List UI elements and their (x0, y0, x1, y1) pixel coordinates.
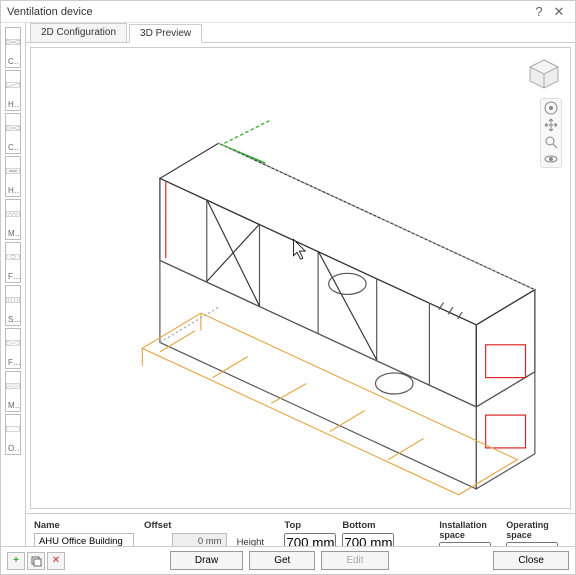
other-icon (6, 415, 20, 443)
palette-cooler[interactable]: Cooler (5, 113, 21, 154)
name-input[interactable] (34, 533, 134, 546)
preview-viewport[interactable] (30, 47, 571, 509)
fan-chamber-icon (6, 243, 20, 271)
orbit-icon[interactable] (544, 152, 558, 166)
palette-other[interactable]: Other (5, 414, 21, 455)
window-title: Ventilation device (7, 6, 529, 18)
circulation-heat-recovery-icon (6, 28, 20, 56)
copy-icon[interactable] (27, 552, 45, 570)
sound-absorber-icon (6, 286, 20, 314)
steering-wheel-icon[interactable] (544, 101, 558, 115)
bottom-header: Bottom (342, 520, 394, 531)
mist-eliminator-icon (6, 200, 20, 228)
tab-3d-preview[interactable]: 3D Preview (129, 24, 202, 43)
tab-bar: 2D Configuration 3D Preview (26, 23, 575, 43)
edit-button: Edit (321, 551, 388, 570)
cooler-icon (6, 114, 20, 142)
palette-fan-chamber[interactable]: Fan chamber (5, 242, 21, 283)
viewcube[interactable] (526, 56, 562, 92)
palette-filter[interactable]: Filter (5, 328, 21, 369)
height-top-input[interactable] (284, 533, 336, 546)
operating-space-header: Operating space (506, 520, 567, 540)
delete-icon[interactable]: ✕ (47, 552, 65, 570)
titlebar: Ventilation device ? ✕ (1, 1, 575, 23)
offset-input (172, 533, 227, 546)
palette-sound-absorber[interactable]: Sound absorber (5, 285, 21, 326)
palette-circulation-heat-recovery[interactable]: Circulation heat recovery (5, 27, 21, 68)
multiple-leaf-damper-icon (6, 372, 20, 400)
installation-space-header: Installation space (439, 520, 500, 540)
navigation-bar[interactable] (540, 98, 562, 168)
dialog-footer: + ✕ Draw Get Edit Close (1, 546, 575, 574)
help-button[interactable]: ? (529, 4, 549, 19)
component-palette: Circulation heat recovery Heater Cooler … (1, 23, 26, 546)
zoom-icon[interactable] (544, 135, 558, 149)
get-button[interactable]: Get (249, 551, 315, 570)
pan-icon[interactable] (544, 118, 558, 132)
add-icon[interactable]: + (7, 552, 25, 570)
filter-icon (6, 329, 20, 357)
ahu-3d-model (31, 48, 570, 508)
height-label: Height (237, 537, 279, 546)
palette-multiple-leaf-damper[interactable]: Multiple leaf damper ch. (5, 371, 21, 412)
tab-2d-configuration[interactable]: 2D Configuration (30, 23, 127, 42)
palette-mist-eliminator[interactable]: Mist eliminator (5, 199, 21, 240)
heater-icon (6, 71, 20, 99)
top-header: Top (284, 520, 336, 531)
palette-humidifier[interactable]: Humidifier (5, 156, 21, 197)
close-window-button[interactable]: ✕ (549, 4, 569, 20)
properties-panel: Name Short text . Offset left right Stru… (26, 513, 575, 546)
humidifier-icon (6, 157, 20, 185)
offset-label: Offset (144, 520, 227, 531)
name-label: Name (34, 520, 134, 531)
palette-heater[interactable]: Heater (5, 70, 21, 111)
height-bottom-input[interactable] (342, 533, 394, 546)
close-button[interactable]: Close (493, 551, 569, 570)
draw-button[interactable]: Draw (170, 551, 243, 570)
